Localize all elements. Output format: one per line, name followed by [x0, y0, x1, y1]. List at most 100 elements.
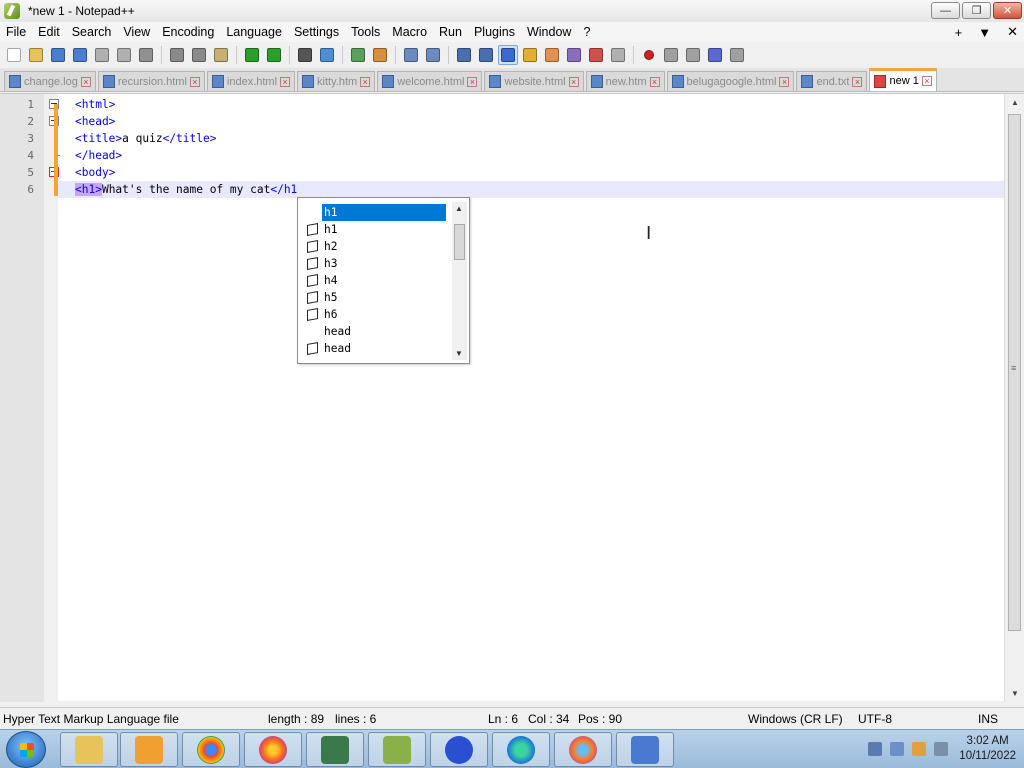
run-macro-multiple-icon[interactable] — [705, 45, 725, 65]
autocomplete-item[interactable]: head — [300, 340, 448, 357]
minimize-button[interactable]: — — [931, 2, 960, 19]
vertical-scrollbar[interactable]: ▲ ▼ — [1004, 94, 1024, 702]
save-all-icon[interactable] — [70, 45, 90, 65]
redo-icon[interactable] — [264, 45, 284, 65]
replace-icon[interactable] — [317, 45, 337, 65]
menu-encoding[interactable]: Encoding — [156, 25, 220, 39]
network-tool-taskbar-button[interactable] — [306, 732, 364, 767]
edge-taskbar-button[interactable] — [492, 732, 550, 767]
show-hidden-icons-icon[interactable] — [868, 742, 882, 756]
close-tab-icon[interactable]: × — [649, 76, 660, 87]
code-line[interactable]: <title>a quiz</title> — [58, 130, 1004, 147]
menu-edit[interactable]: Edit — [32, 25, 66, 39]
tab-recursion-html[interactable]: recursion.html × — [97, 71, 205, 91]
tab-list-dropdown-icon[interactable]: ▼ — [978, 25, 991, 40]
zoom-out-icon[interactable] — [370, 45, 390, 65]
tab-index-html[interactable]: index.html × — [206, 71, 296, 91]
volume-icon[interactable] — [934, 742, 948, 756]
menu-window[interactable]: Window — [521, 25, 577, 39]
notepadpp-app-icon[interactable] — [4, 3, 20, 19]
autocomplete-scrollbar[interactable]: ▲ ▼ — [452, 202, 467, 360]
editor[interactable]: 1 2 3 4 5 6 <html> <head> <title>a quiz</title>… — [0, 93, 1024, 702]
scroll-thumb[interactable] — [1008, 114, 1021, 631]
file-explorer-taskbar-button[interactable] — [60, 732, 118, 767]
close-tab-icon[interactable]: × — [360, 76, 371, 87]
menu-run[interactable]: Run — [433, 25, 468, 39]
close-tab-icon[interactable]: × — [568, 76, 579, 87]
close-all-icon[interactable] — [114, 45, 134, 65]
undo-icon[interactable] — [242, 45, 262, 65]
autocomplete-item[interactable]: h2 — [300, 238, 448, 255]
close-tab-icon[interactable]: × — [921, 76, 932, 86]
menu-help[interactable]: ? — [577, 25, 596, 39]
close-window-button[interactable]: ✕ — [993, 2, 1022, 19]
autocomplete-item[interactable]: h3 — [300, 255, 448, 272]
status-mode[interactable]: INS — [978, 712, 998, 726]
scroll-up-arrow-icon[interactable]: ▲ — [455, 204, 463, 213]
find-icon[interactable] — [295, 45, 315, 65]
code-line[interactable]: <body> — [58, 164, 1004, 181]
tab-change-log[interactable]: change.log × — [4, 71, 96, 91]
scroll-up-arrow-icon[interactable]: ▲ — [1011, 98, 1019, 107]
menu-plugins[interactable]: Plugins — [468, 25, 521, 39]
action-center-flag-icon[interactable] — [912, 742, 926, 756]
control-panel-taskbar-button[interactable] — [616, 732, 674, 767]
menu-settings[interactable]: Settings — [288, 25, 345, 39]
tab-end-txt[interactable]: end.txt × — [796, 71, 868, 91]
open-file-icon[interactable] — [26, 45, 46, 65]
menu-tools[interactable]: Tools — [345, 25, 386, 39]
code-line[interactable]: </head> — [58, 147, 1004, 164]
tab-welcome-html[interactable]: welcome.html × — [377, 71, 483, 91]
status-eol[interactable]: Windows (CR LF) — [748, 712, 843, 726]
tab-kitty-htm[interactable]: kitty.htm × — [297, 71, 376, 91]
scroll-down-arrow-icon[interactable]: ▼ — [455, 349, 463, 358]
menu-file[interactable]: File — [0, 25, 32, 39]
tab-new-1[interactable]: new 1 × — [869, 68, 937, 91]
cut-icon[interactable] — [167, 45, 187, 65]
monitoring-icon[interactable] — [608, 45, 628, 65]
play-macro-icon[interactable] — [683, 45, 703, 65]
print-icon[interactable] — [136, 45, 156, 65]
udl-icon[interactable] — [520, 45, 540, 65]
menu-language[interactable]: Language — [220, 25, 288, 39]
scroll-down-arrow-icon[interactable]: ▼ — [1011, 689, 1019, 698]
current-code-line[interactable]: <h1>What's the name of my cat</h1 — [58, 181, 1004, 198]
close-tab-icon[interactable]: × — [189, 76, 200, 87]
save-icon[interactable] — [48, 45, 68, 65]
media-player-taskbar-button[interactable] — [120, 732, 178, 767]
zoom-in-icon[interactable] — [348, 45, 368, 65]
close-tab-icon[interactable]: × — [80, 76, 91, 87]
chrome-taskbar-button[interactable] — [182, 732, 240, 767]
save-macro-icon[interactable] — [727, 45, 747, 65]
close-tab-icon[interactable]: × — [779, 76, 790, 87]
close-tab-icon[interactable]: × — [280, 76, 291, 87]
close-tab-icon[interactable]: × — [467, 76, 478, 87]
maximize-button[interactable]: ❐ — [962, 2, 991, 19]
menu-macro[interactable]: Macro — [386, 25, 433, 39]
tab-website-html[interactable]: website.html × — [484, 71, 584, 91]
clock[interactable]: 3:02 AM 10/11/2022 — [959, 734, 1016, 764]
autocomplete-item[interactable]: head — [300, 323, 448, 340]
firefox-dev-taskbar-button[interactable] — [554, 732, 612, 767]
stop-macro-icon[interactable] — [661, 45, 681, 65]
show-all-chars-icon[interactable] — [476, 45, 496, 65]
indent-guide-icon[interactable] — [498, 45, 518, 65]
function-list-icon[interactable] — [564, 45, 584, 65]
code-line[interactable]: <head> — [58, 113, 1004, 130]
status-encoding[interactable]: UTF-8 — [858, 712, 892, 726]
menu-view[interactable]: View — [117, 25, 156, 39]
sync-h-icon[interactable] — [423, 45, 443, 65]
close-tab-icon[interactable]: × — [852, 76, 863, 87]
notepadpp-taskbar-button[interactable] — [368, 732, 426, 767]
autocomplete-item[interactable]: h1 — [300, 204, 448, 221]
tab-belugagoogle-html[interactable]: belugagoogle.html × — [666, 71, 795, 91]
folder-workspace-icon[interactable] — [586, 45, 606, 65]
autocomplete-popup[interactable]: ▲ ▼ h1 h1 h2 h3 h4 h5 h6 head head — [297, 197, 470, 364]
malwarebytes-taskbar-button[interactable] — [430, 732, 488, 767]
copy-icon[interactable] — [189, 45, 209, 65]
new-tab-plus-icon[interactable]: + — [955, 25, 963, 40]
new-file-icon[interactable] — [4, 45, 24, 65]
record-macro-icon[interactable] — [639, 45, 659, 65]
network-icon[interactable] — [890, 742, 904, 756]
doc-map-icon[interactable] — [542, 45, 562, 65]
